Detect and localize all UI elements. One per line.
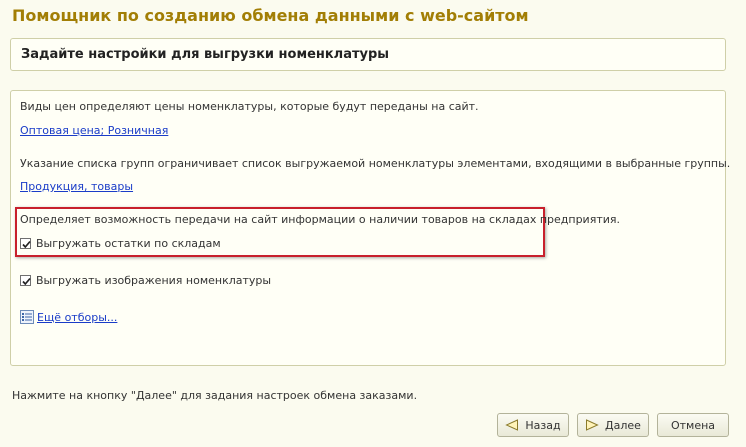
price-types-link[interactable]: Оптовая цена; Розничная: [20, 124, 168, 137]
triangle-left-icon: [505, 419, 519, 431]
back-button[interactable]: Назад: [497, 413, 569, 437]
more-filters-link[interactable]: Ещё отборы...: [37, 311, 117, 324]
page-title: Задайте настройки для выгрузки номенклат…: [21, 47, 390, 62]
cancel-button[interactable]: Отмена: [657, 413, 729, 437]
groups-description: Указание списка групп ограничивает списо…: [20, 157, 731, 170]
stock-checkbox-row[interactable]: Выгружать остатки по складам: [20, 237, 221, 250]
triangle-right-icon: [586, 419, 599, 431]
settings-panel: Виды цен определяют цены номенклатуры, к…: [10, 90, 730, 366]
price-types-description: Виды цен определяют цены номенклатуры, к…: [20, 100, 479, 113]
checkmark-icon: [22, 240, 31, 249]
footer-hint: Нажмите на кнопку "Далее" для задания на…: [12, 389, 418, 402]
filter-list-icon: [20, 310, 34, 324]
stock-checkbox[interactable]: [20, 238, 31, 249]
images-checkbox-label: Выгружать изображения номенклатуры: [36, 274, 272, 287]
next-button-label: Далее: [605, 418, 641, 432]
stock-checkbox-label: Выгружать остатки по складам: [36, 237, 221, 250]
back-button-label: Назад: [525, 418, 561, 432]
cancel-button-label: Отмена: [670, 418, 716, 432]
checkmark-icon: [22, 277, 31, 286]
next-button[interactable]: Далее: [577, 413, 649, 437]
window-title: Помощник по созданию обмена данными с we…: [12, 6, 529, 25]
more-filters[interactable]: Ещё отборы...: [20, 310, 117, 324]
images-checkbox-row[interactable]: Выгружать изображения номенклатуры: [20, 274, 271, 287]
stock-description: Определяет возможность передачи на сайт …: [20, 213, 620, 226]
images-checkbox[interactable]: [20, 275, 31, 286]
groups-link[interactable]: Продукция, товары: [20, 180, 133, 193]
header-panel: Задайте настройки для выгрузки номенклат…: [10, 38, 726, 71]
